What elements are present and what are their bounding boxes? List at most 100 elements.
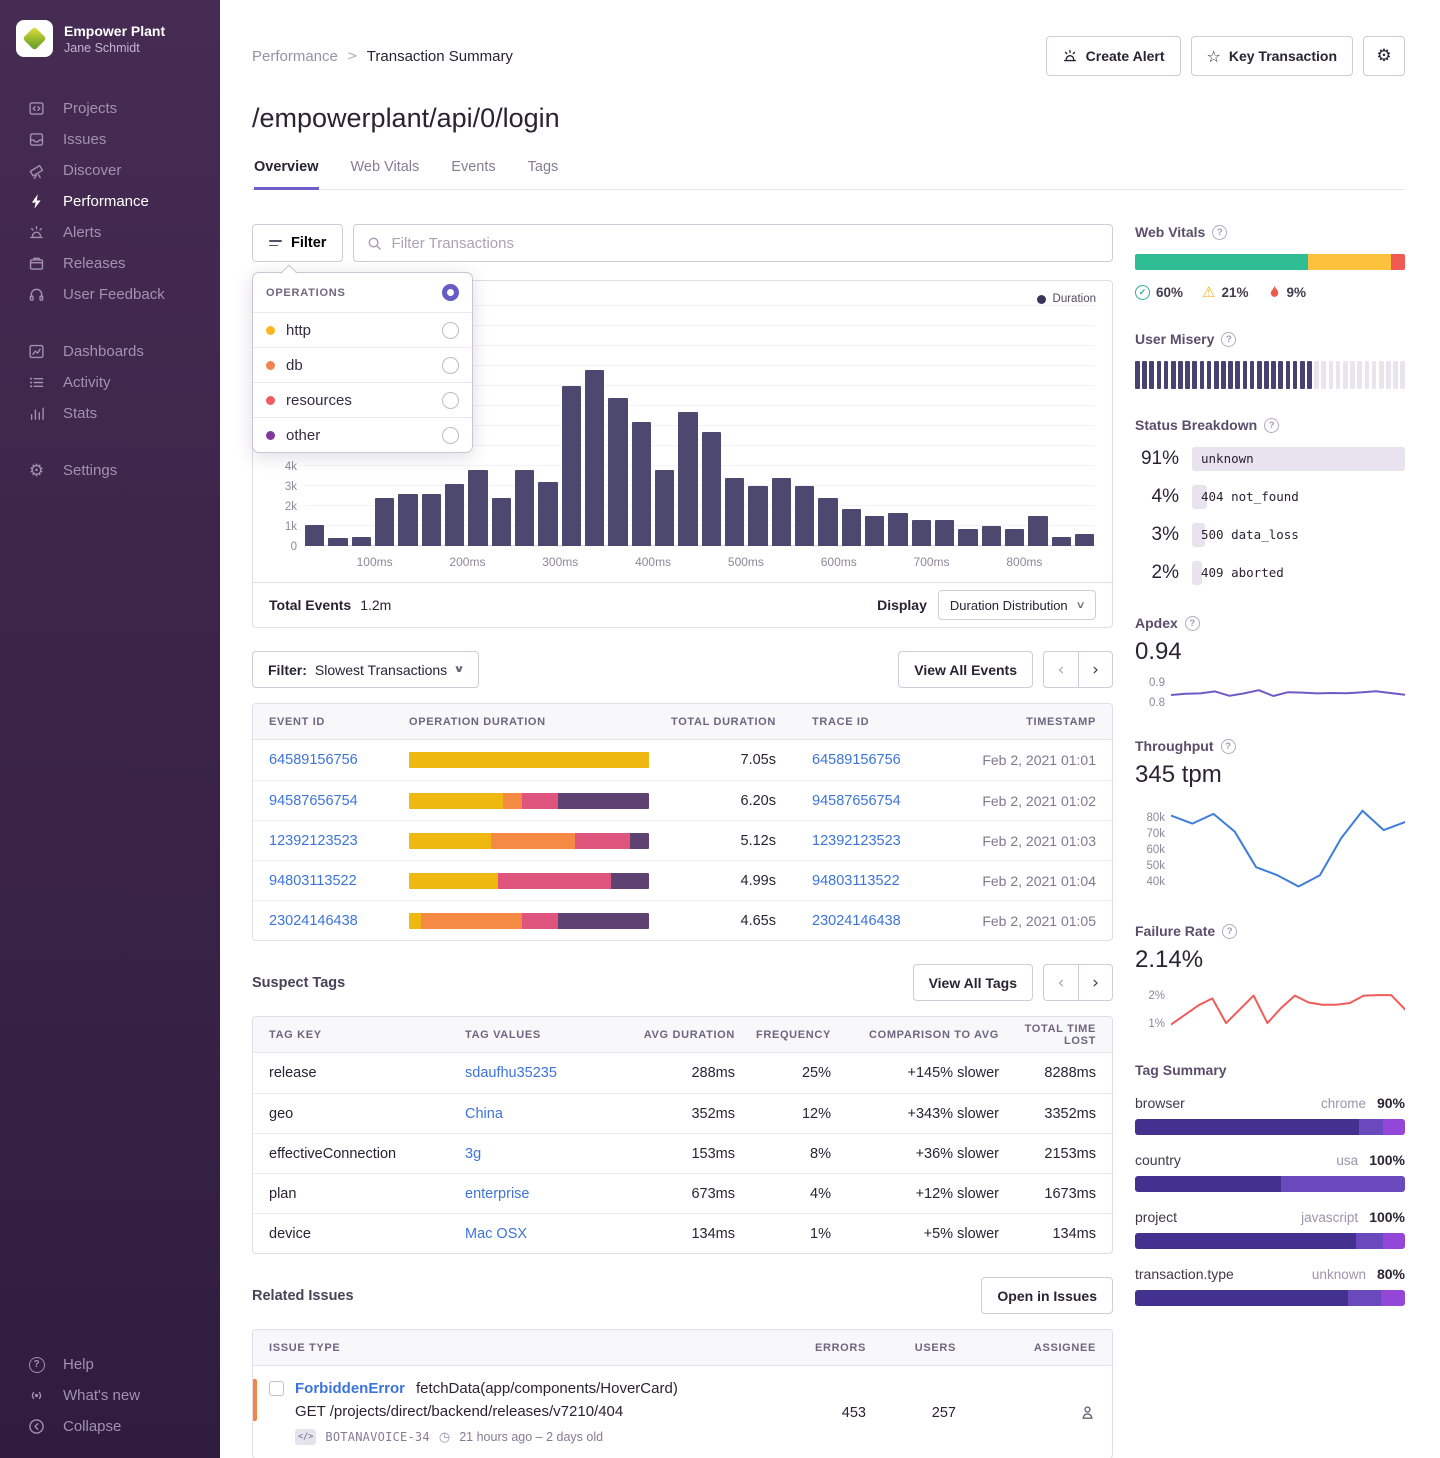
- histogram-bar[interactable]: [912, 520, 931, 546]
- events-filter-select[interactable]: Filter: Slowest Transactions ∨: [252, 651, 479, 688]
- breadcrumb-performance[interactable]: Performance: [252, 48, 338, 65]
- pager-next-button[interactable]: ›: [1078, 651, 1113, 688]
- histogram-bar[interactable]: [795, 486, 814, 546]
- operations-all-radio[interactable]: [442, 284, 459, 301]
- histogram-bar[interactable]: [305, 525, 324, 546]
- view-all-events-button[interactable]: View All Events: [898, 651, 1033, 688]
- histogram-bar[interactable]: [445, 484, 464, 546]
- pager-prev-button[interactable]: ‹: [1043, 964, 1078, 1001]
- sidebar-item-activity[interactable]: Activity: [0, 367, 220, 398]
- sidebar-item-performance[interactable]: Performance: [0, 186, 220, 217]
- pager-next-button[interactable]: ›: [1078, 964, 1113, 1001]
- histogram-bar[interactable]: [1005, 529, 1024, 546]
- settings-gear-button[interactable]: ⚙: [1363, 36, 1405, 76]
- assignee-person-icon[interactable]: [1079, 1404, 1096, 1421]
- histogram-bar[interactable]: [608, 398, 627, 546]
- operations-dropdown-header[interactable]: OPERATIONS: [253, 273, 472, 312]
- histogram-bar[interactable]: [1075, 534, 1094, 546]
- operation-option-other[interactable]: other: [253, 417, 472, 452]
- sidebar-item-issues[interactable]: Issues: [0, 124, 220, 155]
- issue-checkbox[interactable]: [269, 1381, 284, 1396]
- tag-value-link[interactable]: Mac OSX: [465, 1226, 623, 1242]
- display-select[interactable]: Duration Distribution ∨: [938, 590, 1096, 620]
- operation-option-db[interactable]: db: [253, 347, 472, 382]
- histogram-bar[interactable]: [865, 516, 884, 546]
- help-icon[interactable]: ?: [1221, 332, 1236, 347]
- histogram-bar[interactable]: [958, 529, 977, 546]
- histogram-bar[interactable]: [585, 370, 604, 546]
- sidebar-item-stats[interactable]: Stats: [0, 398, 220, 429]
- histogram-bar[interactable]: [352, 537, 371, 546]
- tag-value-link[interactable]: China: [465, 1106, 623, 1122]
- histogram-bar[interactable]: [468, 470, 487, 546]
- sidebar-item-dashboards[interactable]: Dashboards: [0, 336, 220, 367]
- histogram-bar[interactable]: [725, 478, 744, 546]
- sidebar-item-releases[interactable]: Releases: [0, 248, 220, 279]
- pager-prev-button[interactable]: ‹: [1043, 651, 1078, 688]
- operation-option-http[interactable]: http: [253, 312, 472, 347]
- histogram-bar[interactable]: [1028, 516, 1047, 546]
- histogram-bar[interactable]: [492, 498, 511, 546]
- trace-id-link[interactable]: 94587656754: [812, 793, 962, 809]
- tag-value-link[interactable]: sdaufhu35235: [465, 1065, 623, 1081]
- histogram-bar[interactable]: [935, 520, 954, 546]
- tag-value-link[interactable]: enterprise: [465, 1186, 623, 1202]
- org-switcher[interactable]: Empower Plant Jane Schmidt: [16, 20, 204, 57]
- sidebar-item-user-feedback[interactable]: User Feedback: [0, 279, 220, 310]
- create-alert-button[interactable]: Create Alert: [1046, 36, 1181, 76]
- view-all-tags-button[interactable]: View All Tags: [913, 964, 1033, 1001]
- trace-id-link[interactable]: 12392123523: [812, 833, 962, 849]
- help-icon[interactable]: ?: [1185, 616, 1200, 631]
- operation-radio[interactable]: [442, 392, 459, 409]
- operation-radio[interactable]: [442, 322, 459, 339]
- sidebar-item-projects[interactable]: Projects: [0, 93, 220, 124]
- operation-radio[interactable]: [442, 357, 459, 374]
- tag-value-link[interactable]: 3g: [465, 1146, 623, 1162]
- trace-id-link[interactable]: 23024146438: [812, 913, 962, 929]
- histogram-bar[interactable]: [982, 526, 1001, 546]
- tab-tags[interactable]: Tags: [528, 159, 559, 190]
- operation-option-resources[interactable]: resources: [253, 382, 472, 417]
- sidebar-item-what-s-new[interactable]: What's new: [0, 1380, 220, 1411]
- event-id-link[interactable]: 23024146438: [269, 913, 409, 929]
- filter-button[interactable]: Filter: [252, 224, 343, 262]
- tab-overview[interactable]: Overview: [254, 159, 319, 190]
- histogram-bar[interactable]: [328, 538, 347, 546]
- event-id-link[interactable]: 94803113522: [269, 873, 409, 889]
- event-id-link[interactable]: 12392123523: [269, 833, 409, 849]
- sidebar-item-settings[interactable]: ⚙Settings: [0, 455, 220, 486]
- help-icon[interactable]: ?: [1212, 225, 1227, 240]
- histogram-bar[interactable]: [375, 498, 394, 546]
- histogram-bar[interactable]: [562, 386, 581, 546]
- operation-radio[interactable]: [442, 427, 459, 444]
- histogram-bar[interactable]: [398, 494, 417, 546]
- histogram-bar[interactable]: [515, 470, 534, 546]
- help-icon[interactable]: ?: [1222, 924, 1237, 939]
- event-id-link[interactable]: 94587656754: [269, 793, 409, 809]
- histogram-bar[interactable]: [538, 482, 557, 546]
- tab-web-vitals[interactable]: Web Vitals: [351, 159, 420, 190]
- help-icon[interactable]: ?: [1221, 739, 1236, 754]
- histogram-bar[interactable]: [422, 494, 441, 546]
- sidebar-item-discover[interactable]: Discover: [0, 155, 220, 186]
- key-transaction-button[interactable]: ☆ Key Transaction: [1191, 36, 1354, 76]
- sidebar-item-collapse[interactable]: Collapse: [0, 1411, 220, 1442]
- sidebar-item-help[interactable]: ?Help: [0, 1349, 220, 1380]
- histogram-bar[interactable]: [888, 513, 907, 546]
- histogram-bar[interactable]: [842, 509, 861, 546]
- histogram-bar[interactable]: [1052, 537, 1071, 546]
- issue-type-link[interactable]: ForbiddenError: [295, 1380, 405, 1397]
- trace-id-link[interactable]: 94803113522: [812, 873, 962, 889]
- event-id-link[interactable]: 64589156756: [269, 752, 409, 768]
- help-icon[interactable]: ?: [1264, 418, 1279, 433]
- histogram-bar[interactable]: [632, 422, 651, 546]
- search-input[interactable]: Filter Transactions: [353, 224, 1113, 262]
- histogram-bar[interactable]: [702, 432, 721, 546]
- histogram-bar[interactable]: [655, 470, 674, 546]
- trace-id-link[interactable]: 64589156756: [812, 752, 962, 768]
- histogram-bar[interactable]: [818, 498, 837, 546]
- open-in-issues-button[interactable]: Open in Issues: [981, 1277, 1113, 1314]
- histogram-bar[interactable]: [748, 486, 767, 546]
- sidebar-item-alerts[interactable]: Alerts: [0, 217, 220, 248]
- tab-events[interactable]: Events: [451, 159, 495, 190]
